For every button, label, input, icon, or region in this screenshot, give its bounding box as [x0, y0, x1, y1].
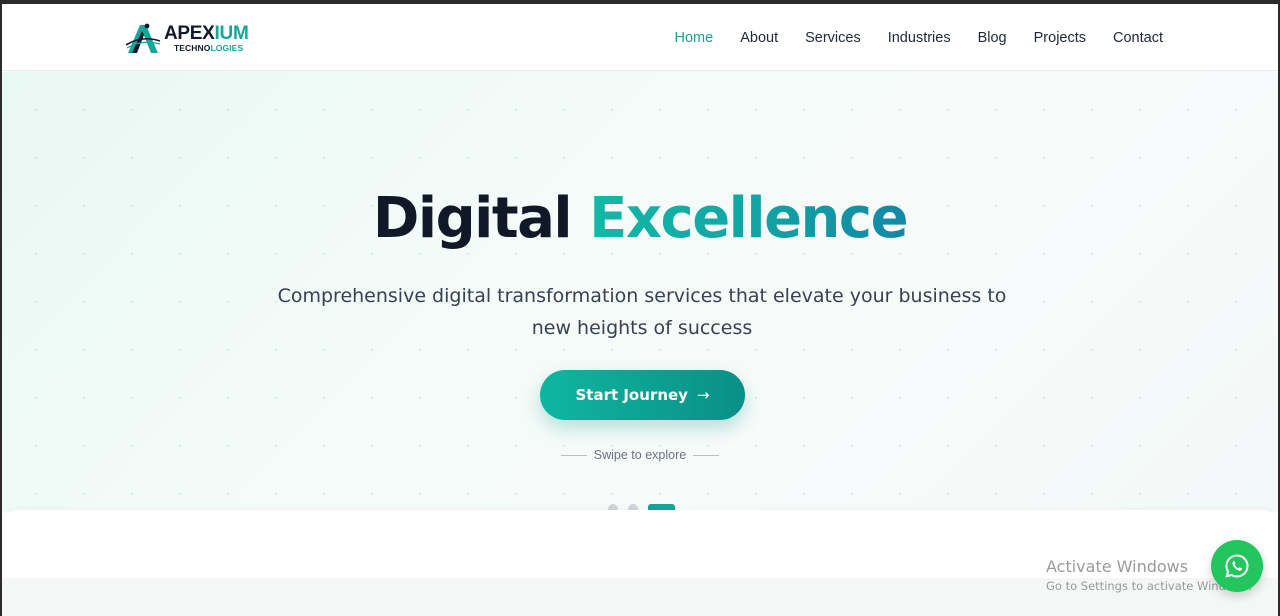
hero-section: Digital Excellence Comprehensive digital… — [2, 72, 1278, 514]
nav-industries[interactable]: Industries — [888, 30, 951, 46]
swipe-hint: Swipe to explore — [2, 448, 1278, 462]
brand-sub-teal: LOGIES — [210, 42, 244, 53]
nav-home[interactable]: Home — [675, 30, 714, 46]
brand-wordmark: APEXIUM TECHNOLOGIES — [164, 22, 249, 53]
whatsapp-icon — [1225, 554, 1249, 578]
nav-about[interactable]: About — [740, 30, 778, 46]
swipe-line-right — [693, 454, 720, 456]
swipe-line-left — [560, 454, 587, 456]
hero-subtitle-line2: new heights of success — [531, 317, 753, 339]
nav-projects[interactable]: Projects — [1034, 30, 1086, 46]
site-header: APEXIUM TECHNOLOGIES Home About Services… — [2, 4, 1278, 71]
browser-viewport: APEXIUM TECHNOLOGIES Home About Services… — [2, 4, 1278, 616]
hero-title-plain: Digital — [372, 186, 573, 251]
nav-blog[interactable]: Blog — [978, 30, 1007, 46]
hero-title: Digital Excellence — [2, 186, 1278, 251]
brand-name-teal: IUM — [214, 22, 249, 44]
swipe-text: Swipe to explore — [593, 448, 687, 462]
main-nav: Home About Services Industries Blog Proj… — [648, 4, 1163, 71]
start-journey-button[interactable]: Start Journey → — [540, 370, 745, 420]
apexium-a-mark-icon — [125, 23, 161, 53]
brand-sub-dark: TECHNO — [174, 42, 211, 53]
hero-subtitle: Comprehensive digital transformation ser… — [267, 280, 1017, 344]
brand-logo[interactable]: APEXIUM TECHNOLOGIES — [124, 20, 249, 56]
start-journey-label: Start Journey — [575, 386, 688, 404]
whatsapp-chat-button[interactable] — [1211, 540, 1263, 592]
nav-services[interactable]: Services — [805, 30, 861, 46]
hero-subtitle-line1: Comprehensive digital transformation ser… — [277, 285, 1007, 307]
nav-contact[interactable]: Contact — [1113, 30, 1163, 46]
brand-name-dark: APEX — [164, 22, 215, 44]
hero-title-accent: Excellence — [589, 186, 908, 251]
arrow-right-icon: → — [696, 386, 710, 404]
